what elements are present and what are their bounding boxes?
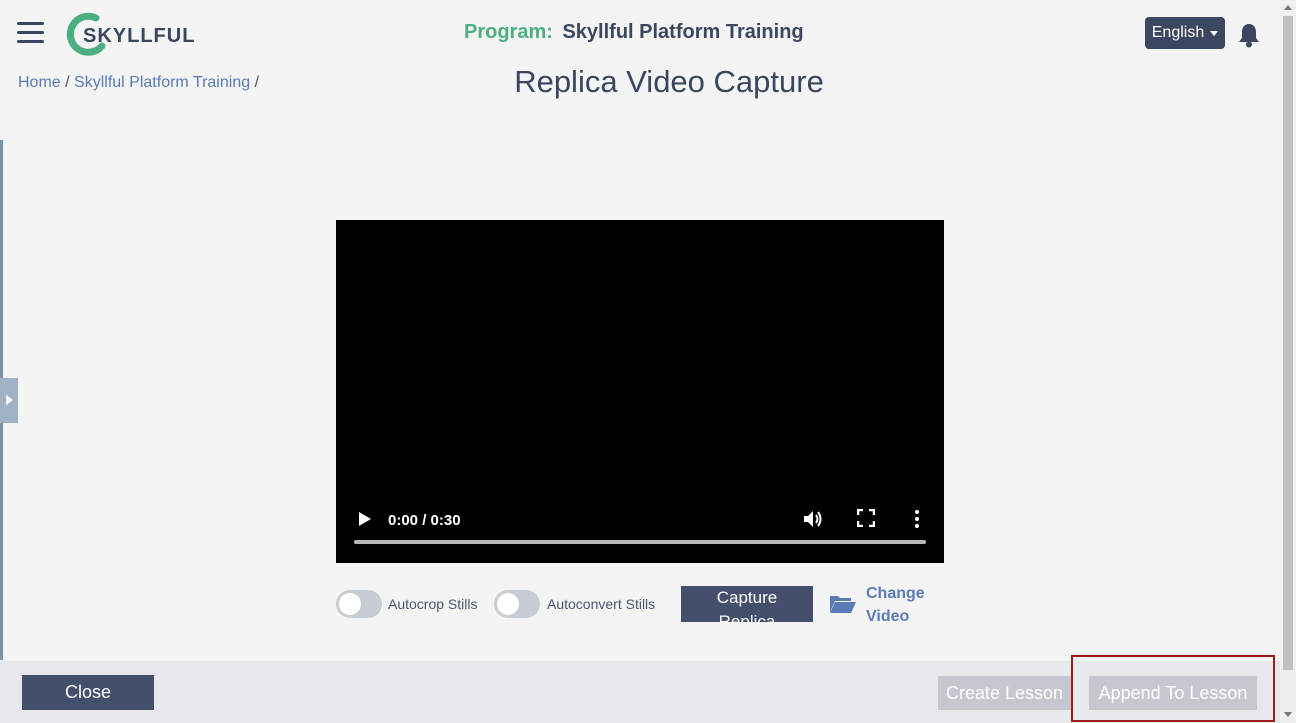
- volume-icon[interactable]: [802, 508, 824, 530]
- video-progress-bar[interactable]: [354, 540, 926, 544]
- change-video-line2: Video: [866, 608, 910, 625]
- footer-bar: [0, 661, 1280, 723]
- logo[interactable]: SKYLLFUL: [66, 12, 196, 56]
- close-button[interactable]: Close: [22, 675, 154, 710]
- vertical-scrollbar[interactable]: [1280, 0, 1296, 723]
- bell-icon[interactable]: [1238, 22, 1260, 48]
- language-label: English: [1151, 24, 1205, 41]
- video-time: 0:00 / 0:30: [388, 512, 461, 529]
- append-to-lesson-button[interactable]: Append To Lesson: [1089, 676, 1257, 710]
- toggle-knob: [339, 593, 361, 615]
- change-video-link[interactable]: Change Video: [866, 582, 925, 628]
- capture-label-line2: Replica: [718, 612, 776, 622]
- video-controls: 0:00 / 0:30: [336, 488, 944, 563]
- autoconvert-toggle[interactable]: [494, 590, 540, 618]
- language-dropdown[interactable]: English: [1145, 17, 1225, 49]
- fullscreen-icon[interactable]: [857, 509, 875, 527]
- page-title: Replica Video Capture: [514, 64, 824, 99]
- program-name: Skyllful Platform Training: [562, 21, 804, 43]
- top-header: SKYLLFUL Program: Skyllful Platform Trai…: [0, 0, 1280, 68]
- more-options-icon[interactable]: [911, 508, 923, 530]
- logo-text: SKYLLFUL: [83, 25, 196, 47]
- capture-label-line1: Capture: [716, 588, 778, 607]
- scroll-thumb[interactable]: [1283, 16, 1293, 670]
- autocrop-toggle[interactable]: [336, 590, 382, 618]
- scroll-up-arrow-icon[interactable]: [1284, 5, 1292, 10]
- program-label: Program:: [464, 21, 553, 43]
- folder-open-icon[interactable]: [829, 594, 857, 614]
- play-icon[interactable]: [358, 511, 372, 527]
- video-player[interactable]: 0:00 / 0:30: [336, 220, 944, 563]
- hamburger-menu-icon[interactable]: [17, 22, 44, 44]
- change-video-line1: Change: [866, 585, 925, 602]
- program-heading: Program: Skyllful Platform Training: [464, 21, 804, 44]
- capture-replica-button[interactable]: Capture Replica: [681, 586, 813, 622]
- caret-down-icon: [1210, 30, 1219, 36]
- create-lesson-button[interactable]: Create Lesson: [938, 676, 1071, 710]
- sidebar-expand-tab[interactable]: [0, 378, 18, 423]
- toggle-knob: [497, 593, 519, 615]
- autoconvert-label: Autoconvert Stills: [547, 596, 656, 612]
- autocrop-label: Autocrop Stills: [388, 596, 478, 612]
- scroll-down-arrow-icon[interactable]: [1284, 712, 1292, 717]
